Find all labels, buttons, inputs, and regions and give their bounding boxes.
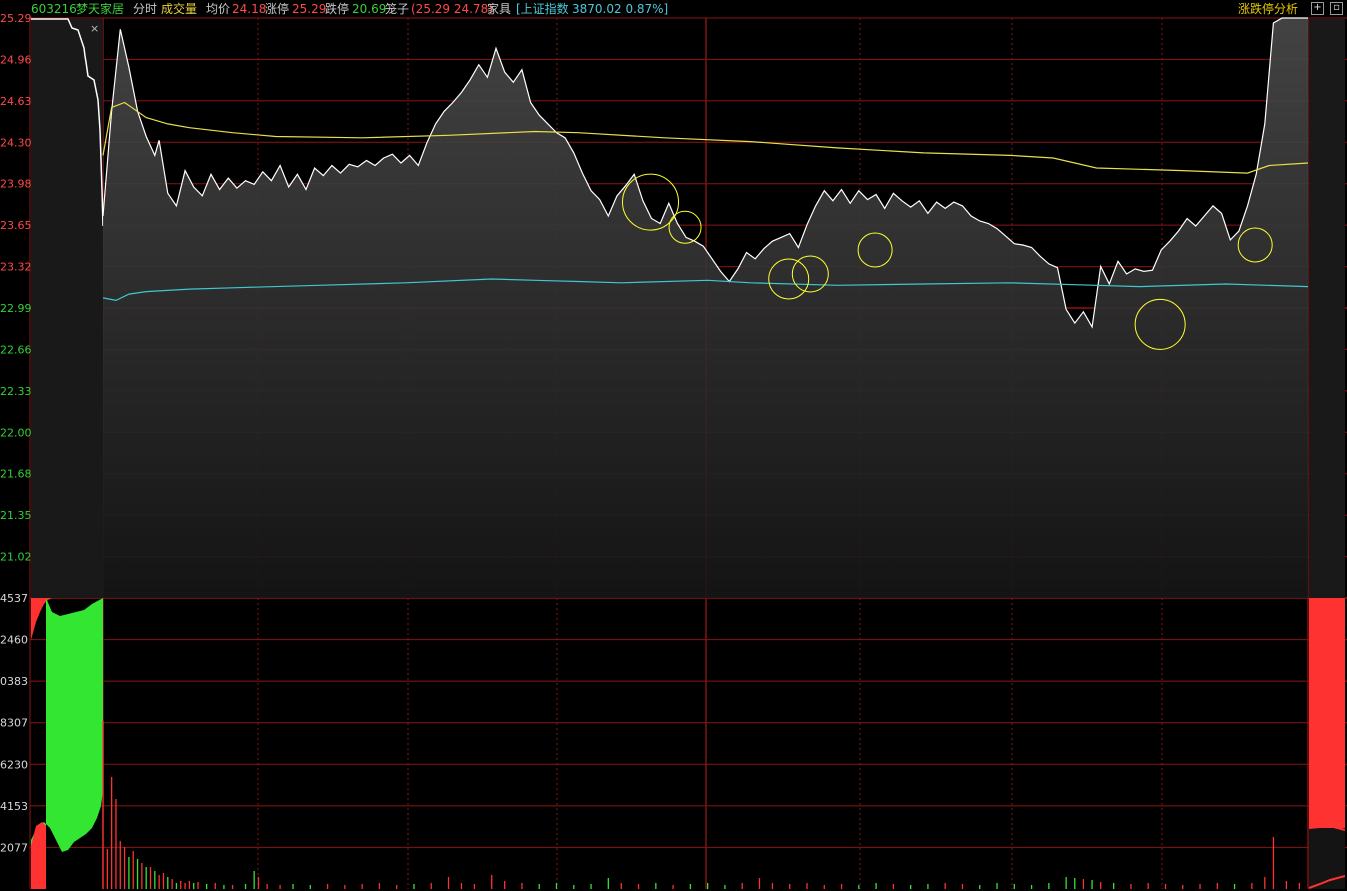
price-axis-tick: 21.68 [0,468,32,481]
volume-axis-tick: 4153 [0,800,28,813]
close-icon[interactable]: × [90,22,99,35]
auction-price-bg [31,19,103,598]
price-axis-tick: 22.33 [0,385,32,398]
auction-volume-up-lower [31,822,46,889]
axis-ticks: 25.29 24.96 24.63 24.30 23.98 23.65 23.32 22.99… [0,12,32,854]
closing-volume-dark [1309,828,1345,889]
price-axis-tick: 25.29 [0,12,32,25]
price-axis-tick: 22.66 [0,343,32,356]
price-axis-tick: 22.99 [0,302,32,315]
volume-axis-tick: 6230 [0,758,28,771]
intraday-chart: 25.29 24.96 24.63 24.30 23.98 23.65 23.32 22.99… [0,12,1347,889]
price-axis-tick: 24.63 [0,95,32,108]
closing-volume-bar [1309,598,1345,828]
volume-axis-tick: 2460 [0,634,28,647]
price-axis-tick: 23.65 [0,219,32,232]
volume-axis-tick: 8307 [0,717,28,730]
price-axis-tick: 23.32 [0,261,32,274]
price-axis-tick: 24.96 [0,53,32,66]
left-panel [31,18,104,889]
price-axis-tick: 22.00 [0,426,32,439]
price-axis-tick: 24.30 [0,136,32,149]
price-axis-tick: 23.98 [0,178,32,191]
price-axis-tick: 21.02 [0,551,32,564]
right-panel [1308,19,1346,889]
price-axis-tick: 21.35 [0,509,32,522]
volume-bars [102,720,1301,889]
volume-axis-tick: 4537 [0,592,28,605]
closing-price-bg [1309,19,1345,598]
volume-axis-tick: 0383 [0,675,28,688]
volume-axis-tick: 2077 [0,841,28,854]
